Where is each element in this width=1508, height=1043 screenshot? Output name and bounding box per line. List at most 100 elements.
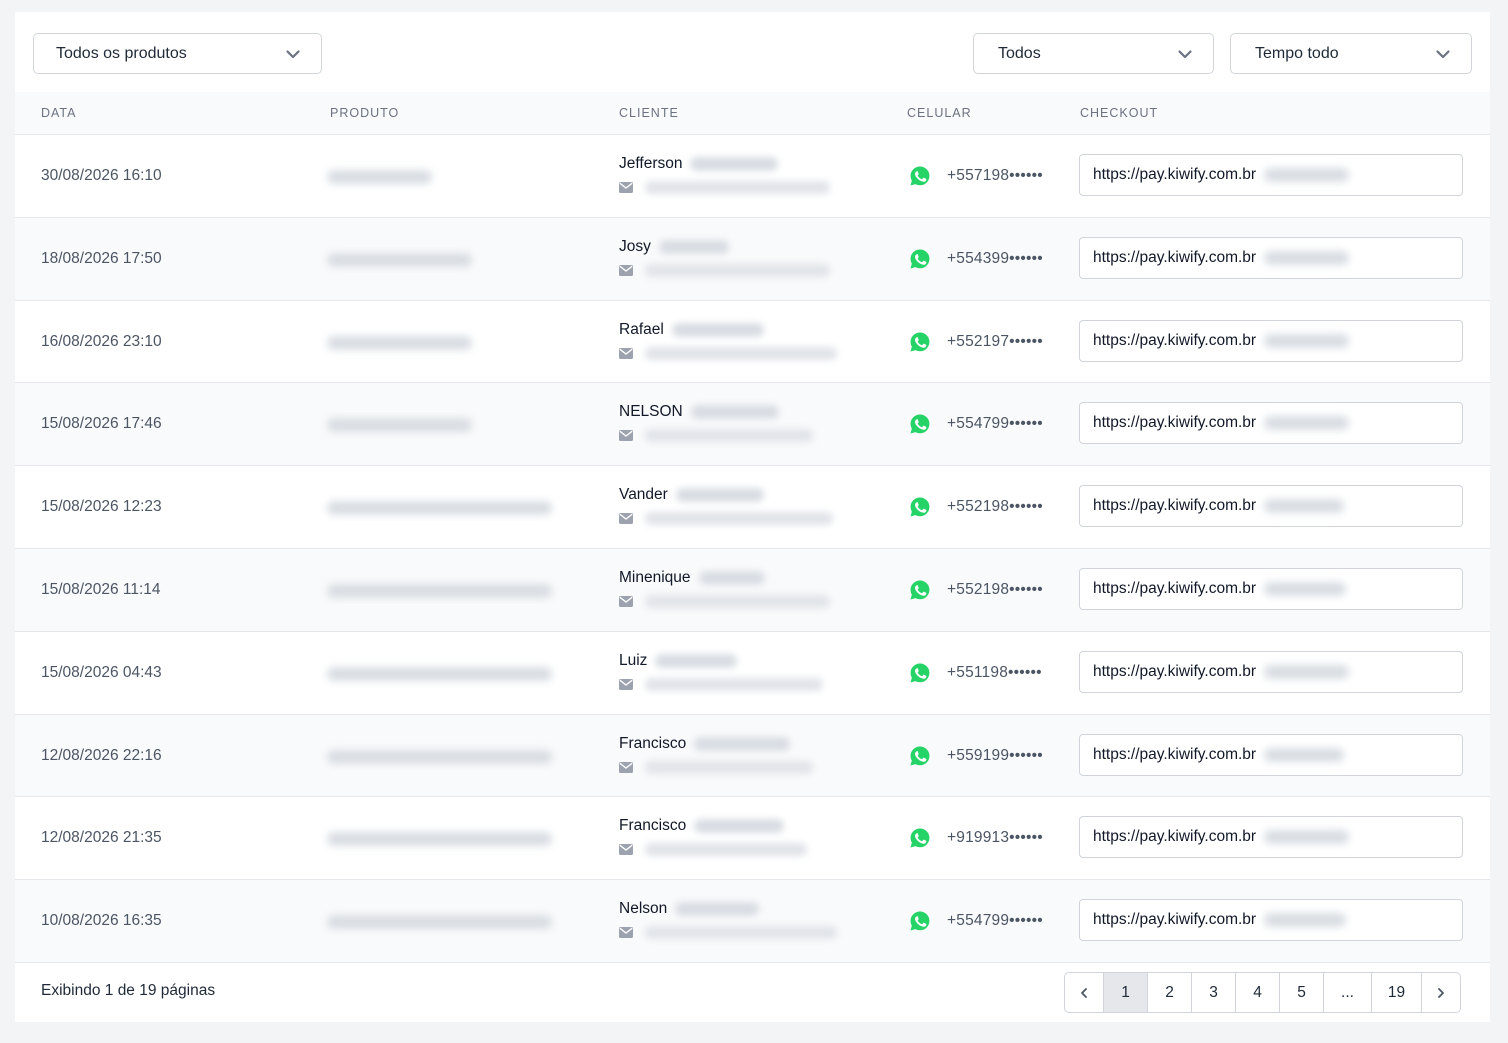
whatsapp-icon[interactable] (909, 496, 931, 518)
row-date: 15/08/2026 04:43 (41, 663, 162, 681)
row-date: 10/08/2026 16:35 (41, 912, 162, 930)
checkout-path-redacted (1264, 416, 1350, 431)
row-date: 15/08/2026 17:46 (41, 415, 162, 433)
client-email-redacted (645, 429, 813, 443)
checkout-path-redacted (1264, 747, 1345, 762)
pagination-page-4[interactable]: 4 (1235, 973, 1279, 1012)
period-filter-select[interactable]: Tempo todo (1230, 33, 1472, 74)
client-last-name-redacted (690, 157, 779, 171)
client-email (619, 926, 837, 940)
abandoned-carts-card: Todos os produtos Todos Tempo todo DATA … (15, 12, 1490, 1022)
checkout-link-field[interactable]: https://pay.kiwify.com.br (1079, 816, 1463, 859)
pagination-page-2[interactable]: 2 (1147, 973, 1191, 1012)
chevron-down-icon (286, 49, 300, 58)
checkout-url: https://pay.kiwify.com.br (1093, 166, 1257, 183)
status-filter-select[interactable]: Todos (973, 33, 1214, 74)
pagination-next-button[interactable] (1421, 973, 1460, 1012)
product-name-redacted (327, 170, 432, 184)
pagination-page-1[interactable]: 1 (1103, 973, 1147, 1012)
header-date: DATA (41, 106, 77, 120)
checkout-path-redacted (1264, 913, 1347, 928)
client-last-name-redacted (655, 653, 738, 668)
client-first-name: Vander (619, 486, 668, 504)
table-header: DATA PRODUTO CLIENTE CELULAR CHECKOUT (15, 92, 1490, 135)
client-name: NELSON (619, 403, 779, 421)
client-email (619, 263, 830, 277)
row-date: 30/08/2026 16:10 (41, 167, 162, 184)
table-row: 10/08/2026 16:35 Nelson +554799•••••• ht… (15, 880, 1490, 963)
client-email-redacted (645, 677, 823, 691)
client-phone: +919913•••••• (947, 829, 1043, 847)
client-name: Minenique (619, 569, 765, 587)
whatsapp-icon[interactable] (909, 745, 931, 767)
client-email-redacted (645, 926, 837, 940)
checkout-url: https://pay.kiwify.com.br (1093, 662, 1257, 680)
checkout-link-field[interactable]: https://pay.kiwify.com.br (1079, 485, 1463, 528)
client-email-redacted (645, 843, 807, 857)
mail-icon (619, 595, 633, 607)
whatsapp-icon[interactable] (909, 413, 931, 435)
client-first-name: NELSON (619, 403, 683, 421)
products-filter-select[interactable]: Todos os produtos (33, 33, 322, 74)
client-name: Nelson (619, 900, 760, 918)
table-body: 30/08/2026 16:10 Jefferson +557198••••••… (15, 135, 1490, 963)
whatsapp-icon[interactable] (909, 248, 931, 270)
client-name: Josy (619, 238, 729, 256)
client-last-name-redacted (675, 488, 764, 503)
client-phone: +554799•••••• (947, 415, 1043, 433)
checkout-link-field[interactable]: https://pay.kiwify.com.br (1079, 154, 1463, 196)
client-last-name-redacted (698, 570, 765, 585)
checkout-url: https://pay.kiwify.com.br (1093, 828, 1257, 846)
checkout-path-redacted (1264, 499, 1345, 514)
mail-icon (619, 347, 633, 359)
checkout-link-field[interactable]: https://pay.kiwify.com.br (1079, 402, 1463, 445)
mail-icon (619, 513, 633, 525)
row-date: 15/08/2026 11:14 (41, 580, 161, 598)
whatsapp-icon[interactable] (909, 331, 931, 353)
client-first-name: Nelson (619, 900, 668, 918)
whatsapp-icon[interactable] (909, 579, 931, 601)
row-date: 16/08/2026 23:10 (41, 332, 162, 350)
client-name: Jefferson (619, 155, 779, 173)
client-last-name-redacted (690, 405, 779, 420)
checkout-link-field[interactable]: https://pay.kiwify.com.br (1079, 319, 1463, 362)
product-name-redacted (327, 583, 552, 598)
client-email (619, 677, 823, 691)
checkout-path-redacted (1264, 664, 1350, 679)
client-phone: +552198•••••• (947, 580, 1043, 598)
mail-icon (619, 927, 633, 939)
client-email (619, 760, 813, 774)
client-email (619, 512, 833, 526)
mail-icon (619, 182, 633, 193)
checkout-link-field[interactable]: https://pay.kiwify.com.br (1079, 899, 1463, 942)
checkout-link-field[interactable]: https://pay.kiwify.com.br (1079, 650, 1463, 693)
checkout-link-field[interactable]: https://pay.kiwify.com.br (1079, 567, 1463, 610)
whatsapp-icon[interactable] (909, 910, 931, 932)
checkout-url: https://pay.kiwify.com.br (1093, 911, 1257, 929)
whatsapp-icon[interactable] (909, 662, 931, 684)
client-email-redacted (645, 512, 833, 526)
checkout-link-field[interactable]: https://pay.kiwify.com.br (1079, 236, 1463, 279)
checkout-url: https://pay.kiwify.com.br (1093, 331, 1257, 349)
whatsapp-icon[interactable] (909, 165, 931, 187)
pagination-page-5[interactable]: 5 (1279, 973, 1323, 1012)
client-last-name-redacted (694, 819, 785, 834)
mail-icon (619, 761, 633, 773)
pagination-prev-button[interactable] (1065, 973, 1103, 1012)
client-email (619, 594, 830, 608)
pagination-page-3[interactable]: 3 (1191, 973, 1235, 1012)
whatsapp-icon[interactable] (909, 827, 931, 849)
client-phone: +554799•••••• (947, 912, 1043, 930)
checkout-path-redacted (1264, 333, 1350, 348)
products-filter-label: Todos os produtos (56, 44, 187, 62)
client-name: Francisco (619, 735, 791, 753)
checkout-link-field[interactable]: https://pay.kiwify.com.br (1079, 733, 1463, 776)
table-row: 30/08/2026 16:10 Jefferson +557198••••••… (15, 135, 1490, 218)
client-phone: +557198•••••• (947, 167, 1043, 184)
client-email-redacted (645, 181, 830, 194)
pagination-page-19[interactable]: 19 (1371, 973, 1421, 1012)
header-phone: CELULAR (907, 106, 972, 120)
checkout-url: https://pay.kiwify.com.br (1093, 579, 1257, 597)
product-name-redacted (327, 749, 552, 764)
table-row: 15/08/2026 11:14 Minenique +552198••••••… (15, 548, 1490, 632)
